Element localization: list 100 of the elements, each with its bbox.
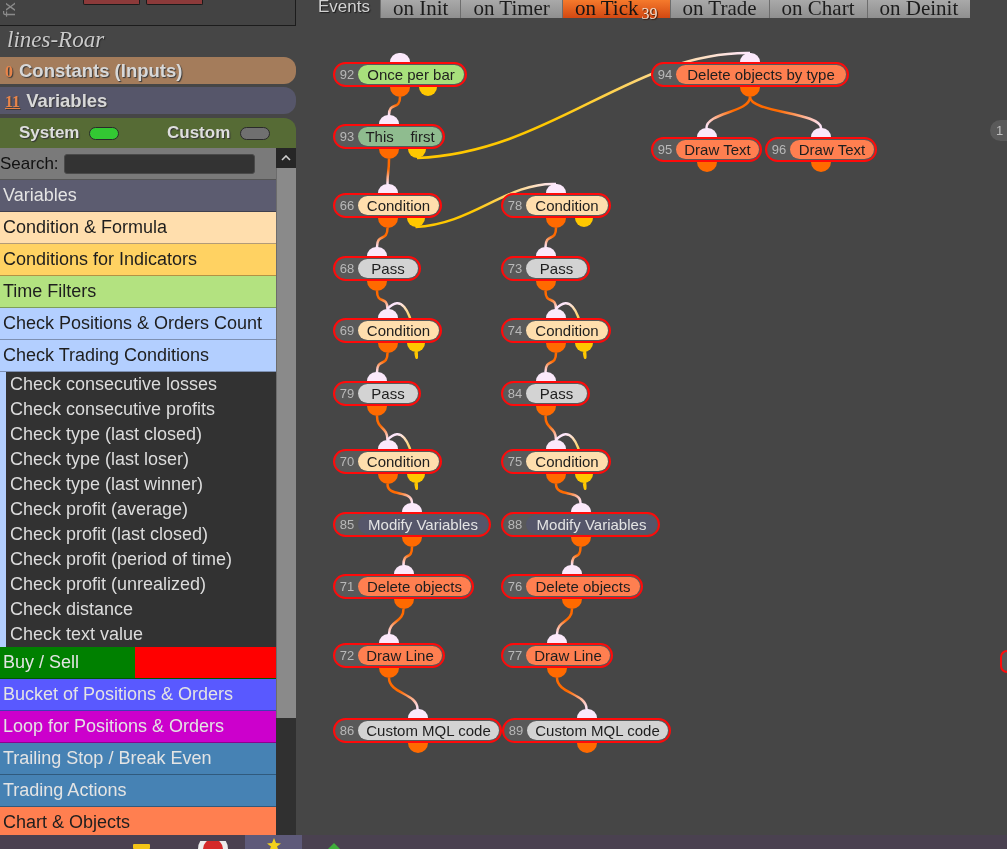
flow-node[interactable]: 96 Draw Text bbox=[765, 137, 877, 162]
flow-node[interactable]: 69 Condition bbox=[333, 318, 442, 343]
output-port-icon[interactable] bbox=[740, 87, 760, 97]
event-tab[interactable]: on Init bbox=[380, 0, 461, 18]
output-port-icon[interactable] bbox=[546, 343, 566, 353]
flow-node[interactable]: 70 Condition bbox=[333, 449, 442, 474]
flow-node[interactable]: 78 Condition bbox=[501, 193, 611, 218]
category-item[interactable]: Variables bbox=[0, 180, 276, 212]
input-port-icon[interactable] bbox=[379, 115, 399, 124]
input-port-icon[interactable] bbox=[547, 634, 567, 643]
input-port-icon[interactable] bbox=[546, 440, 566, 449]
alt-output-port-icon[interactable] bbox=[575, 474, 593, 483]
output-port-icon[interactable] bbox=[367, 281, 387, 291]
alt-output-port-icon[interactable] bbox=[575, 218, 593, 227]
alt-output-port-icon[interactable] bbox=[575, 343, 593, 352]
category-item[interactable]: Bucket of Positions & Orders bbox=[0, 679, 276, 711]
node-number-tab[interactable]: 1 bbox=[990, 120, 1007, 141]
app-icon[interactable] bbox=[328, 843, 340, 849]
category-item[interactable]: Chart & Objects bbox=[0, 807, 276, 835]
flow-node[interactable]: 72 Draw Line bbox=[333, 643, 445, 668]
flow-node[interactable]: 92 Once per bar bbox=[333, 62, 467, 87]
flow-node[interactable]: 85 Modify Variables bbox=[333, 512, 491, 537]
input-port-icon[interactable] bbox=[562, 565, 582, 574]
subcategory-item[interactable]: Check type (last closed) bbox=[6, 422, 276, 447]
input-port-icon[interactable] bbox=[393, 565, 414, 574]
input-port-icon[interactable] bbox=[576, 709, 597, 718]
output-port-icon[interactable] bbox=[367, 406, 387, 416]
flow-node[interactable]: 89 Custom MQL code bbox=[502, 718, 671, 743]
flow-node[interactable]: 71 Delete objects bbox=[333, 574, 474, 599]
output-port-icon[interactable] bbox=[562, 599, 582, 609]
input-port-icon[interactable] bbox=[379, 634, 399, 643]
output-port-icon[interactable] bbox=[393, 599, 414, 609]
alt-output-port-icon[interactable] bbox=[406, 343, 425, 352]
subcategory-item[interactable]: Check text value bbox=[6, 622, 276, 647]
input-port-icon[interactable] bbox=[390, 53, 410, 62]
flow-node[interactable]: 93 This first bbox=[333, 124, 445, 149]
node-edge[interactable] bbox=[1000, 650, 1007, 673]
category-item[interactable]: Buy / Sell bbox=[0, 647, 276, 679]
event-tab[interactable]: on Chart bbox=[768, 0, 867, 18]
flow-node[interactable]: 68 Pass bbox=[333, 256, 421, 281]
category-item[interactable]: Condition & Formula bbox=[0, 212, 276, 244]
input-port-icon[interactable] bbox=[367, 247, 387, 256]
section-header[interactable]: 11 Variables bbox=[0, 87, 296, 114]
flow-node[interactable]: 84 Pass bbox=[501, 381, 590, 406]
subcategory-item[interactable]: Check distance bbox=[6, 597, 276, 622]
scrollbar-thumb[interactable] bbox=[276, 168, 296, 718]
toggle-switch[interactable] bbox=[240, 126, 271, 140]
output-port-icon[interactable] bbox=[570, 537, 591, 547]
input-port-icon[interactable] bbox=[570, 503, 591, 512]
category-item[interactable]: Check Trading Conditions bbox=[0, 340, 276, 372]
output-port-icon[interactable] bbox=[547, 668, 567, 678]
input-port-icon[interactable] bbox=[546, 309, 566, 318]
flow-node[interactable]: 66 Condition bbox=[333, 193, 442, 218]
alt-output-port-icon[interactable] bbox=[408, 149, 426, 158]
input-port-icon[interactable] bbox=[377, 184, 398, 193]
output-port-icon[interactable] bbox=[811, 162, 831, 172]
flow-node[interactable]: 94 Delete objects by type bbox=[651, 62, 849, 87]
subcategory-item[interactable]: Check type (last winner) bbox=[6, 472, 276, 497]
event-tab[interactable]: on Timer bbox=[460, 0, 562, 18]
input-port-icon[interactable] bbox=[377, 309, 398, 318]
category-item[interactable]: Time Filters bbox=[0, 276, 276, 308]
output-port-icon[interactable] bbox=[535, 406, 556, 416]
input-port-icon[interactable] bbox=[811, 128, 831, 137]
flow-node[interactable]: 95 Draw Text bbox=[651, 137, 762, 162]
flow-node[interactable]: 76 Delete objects bbox=[501, 574, 643, 599]
output-port-icon[interactable] bbox=[576, 743, 597, 753]
alt-output-port-icon[interactable] bbox=[406, 474, 425, 483]
input-port-icon[interactable] bbox=[377, 440, 398, 449]
subcategory-item[interactable]: Check profit (average) bbox=[6, 497, 276, 522]
output-port-icon[interactable] bbox=[377, 343, 398, 353]
output-port-icon[interactable] bbox=[379, 149, 399, 159]
subcategory-item[interactable]: Check type (last loser) bbox=[6, 447, 276, 472]
category-item[interactable]: Conditions for Indicators bbox=[0, 244, 276, 276]
subcategory-item[interactable]: Check profit (period of time) bbox=[6, 547, 276, 572]
flow-node[interactable]: 75 Condition bbox=[501, 449, 611, 474]
active-taskbar-tile[interactable] bbox=[245, 835, 302, 849]
input-port-icon[interactable] bbox=[535, 372, 556, 381]
event-tab[interactable]: on Deinit bbox=[866, 0, 971, 18]
input-port-icon[interactable] bbox=[402, 503, 422, 512]
flow-node[interactable]: 79 Pass bbox=[333, 381, 421, 406]
alt-output-port-icon[interactable] bbox=[406, 218, 425, 227]
scroll-up-button[interactable] bbox=[276, 148, 296, 168]
input-port-icon[interactable] bbox=[367, 372, 387, 381]
output-port-icon[interactable] bbox=[696, 162, 717, 172]
output-port-icon[interactable] bbox=[535, 281, 556, 291]
input-port-icon[interactable] bbox=[407, 709, 428, 718]
output-port-icon[interactable] bbox=[390, 87, 410, 97]
output-port-icon[interactable] bbox=[377, 474, 398, 484]
flow-node[interactable]: 74 Condition bbox=[501, 318, 611, 343]
output-port-icon[interactable] bbox=[407, 743, 428, 753]
output-port-icon[interactable] bbox=[379, 668, 399, 678]
toggle-switch[interactable] bbox=[89, 126, 120, 140]
output-port-icon[interactable] bbox=[546, 218, 566, 228]
flow-node[interactable]: 77 Draw Line bbox=[501, 643, 613, 668]
output-port-icon[interactable] bbox=[546, 474, 566, 484]
app-icon[interactable] bbox=[198, 841, 228, 849]
subcategory-item[interactable]: Check consecutive profits bbox=[6, 397, 276, 422]
input-port-icon[interactable] bbox=[546, 184, 566, 193]
output-port-icon[interactable] bbox=[377, 218, 398, 228]
subcategory-item[interactable]: Check consecutive losses bbox=[6, 372, 276, 397]
